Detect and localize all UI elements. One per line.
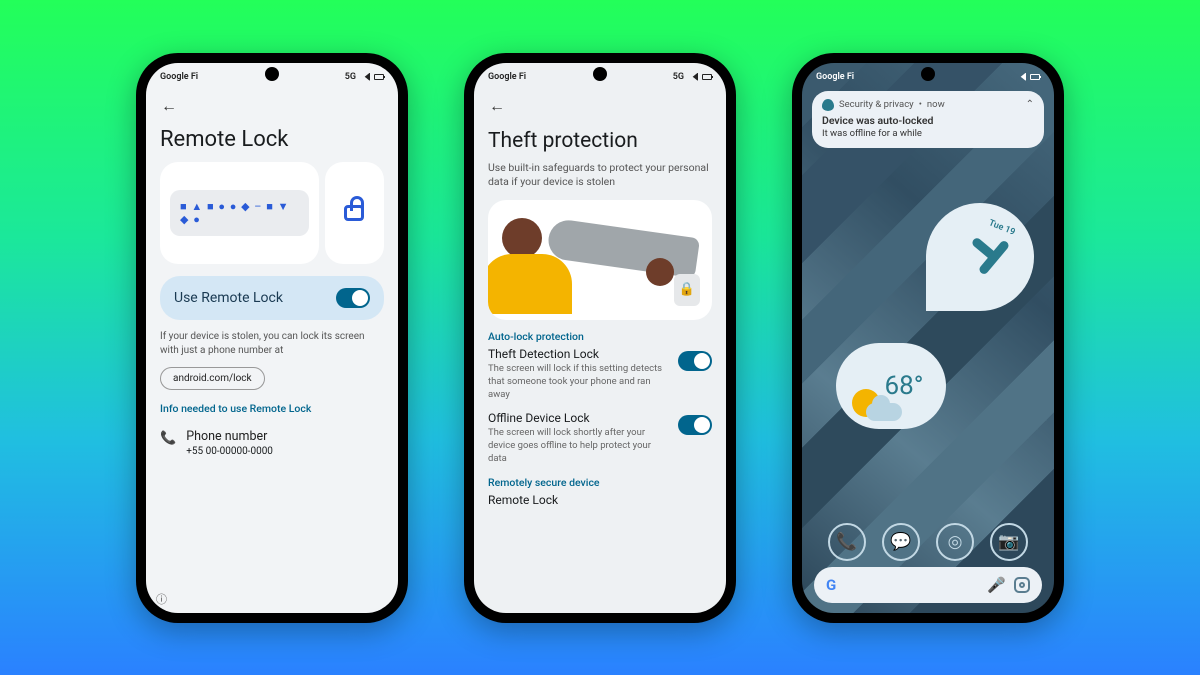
messages-app-icon[interactable]: 💬 [882, 523, 920, 561]
offline-lock-switch[interactable] [678, 415, 712, 435]
phone-number-row[interactable]: 📞 Phone number +55 00-00000-0000 [160, 429, 384, 457]
setting-desc: The screen will lock if this setting det… [488, 363, 670, 401]
use-remote-lock-row[interactable]: Use Remote Lock [160, 276, 384, 320]
notification-card[interactable]: Security & privacy • now ⌃ Device was au… [812, 91, 1044, 148]
network-label: 5G [673, 72, 684, 82]
camera-notch [593, 67, 607, 81]
lock-url-chip[interactable]: android.com/lock [160, 367, 265, 390]
shield-icon [822, 99, 834, 111]
setting-title: Theft Detection Lock [488, 347, 670, 361]
phone-number-value: +55 00-00000-0000 [186, 446, 273, 457]
device-icon: 🔒 [674, 274, 700, 306]
notification-time: now [927, 99, 945, 110]
page-title: Theft protection [488, 129, 712, 153]
camera-notch [265, 67, 279, 81]
weather-widget[interactable]: 68° [836, 343, 946, 429]
cloud-icon [866, 403, 902, 421]
page-subtitle: Use built-in safeguards to protect your … [488, 161, 712, 190]
clock-widget[interactable]: Tue 19 [926, 203, 1034, 311]
carrier-label: Google Fi [816, 72, 854, 82]
lens-icon[interactable] [1014, 577, 1030, 593]
notification-body: It was offline for a while [822, 128, 1034, 139]
setting-title: Offline Device Lock [488, 411, 670, 425]
camera-notch [921, 67, 935, 81]
battery-icon [1030, 74, 1040, 80]
search-bar[interactable]: G 🎤 [814, 567, 1042, 603]
phone-icon: 📞 [160, 431, 176, 446]
phone-remote-lock: Google Fi 5G ← Remote Lock ■ ▲ ■ ● ● ◆ –… [136, 53, 408, 623]
section-remote: Remotely secure device [488, 476, 712, 489]
phone-number-label: Phone number [186, 429, 273, 444]
toggle-label: Use Remote Lock [174, 290, 283, 306]
signal-icon [360, 73, 370, 81]
lock-icon [344, 205, 364, 221]
network-label: 5G [345, 72, 356, 82]
info-icon[interactable]: ⓘ [156, 591, 167, 607]
signal-icon [1016, 73, 1026, 81]
help-text: If your device is stolen, you can lock i… [160, 330, 384, 358]
mic-icon[interactable]: 🎤 [987, 576, 1006, 594]
camera-app-icon[interactable]: 📷 [990, 523, 1028, 561]
carrier-label: Google Fi [160, 72, 198, 82]
phone-theft-protection: Google Fi 5G ← Theft protection Use buil… [464, 53, 736, 623]
carrier-label: Google Fi [488, 72, 526, 82]
notification-title: Device was auto-locked [822, 114, 1034, 127]
theft-detection-switch[interactable] [678, 351, 712, 371]
remote-lock-title[interactable]: Remote Lock [488, 493, 712, 507]
battery-icon [374, 74, 384, 80]
theft-illustration: 🔒 [488, 200, 712, 320]
temperature: 68° [885, 371, 924, 401]
info-needed-link[interactable]: Info needed to use Remote Lock [160, 402, 384, 415]
phone-lockscreen: Google Fi Security & privacy • now ⌃ Dev… [792, 53, 1064, 623]
signal-icon [688, 73, 698, 81]
back-button[interactable]: ← [484, 93, 510, 119]
page-title: Remote Lock [160, 127, 384, 152]
passcode-glyphs: ■ ▲ ■ ● ● ◆ – ■ ▼ ◆ ● [170, 190, 309, 236]
battery-icon [702, 74, 712, 80]
passcode-card: ■ ▲ ■ ● ● ◆ – ■ ▼ ◆ ● [160, 162, 319, 264]
theft-detection-row[interactable]: Theft Detection Lock The screen will loc… [488, 347, 712, 401]
chevron-up-icon[interactable]: ⌃ [1026, 99, 1034, 110]
setting-desc: The screen will lock shortly after your … [488, 427, 670, 465]
remote-lock-switch[interactable] [336, 288, 370, 308]
chrome-app-icon[interactable]: ◎ [936, 523, 974, 561]
app-dock: 📞 💬 ◎ 📷 [802, 523, 1054, 561]
google-g-icon: G [826, 576, 836, 594]
phone-app-icon[interactable]: 📞 [828, 523, 866, 561]
section-autolock: Auto-lock protection [488, 330, 712, 343]
clock-date: Tue 19 [988, 218, 1017, 238]
notification-app: Security & privacy [839, 99, 914, 110]
lock-card [325, 162, 384, 264]
offline-lock-row[interactable]: Offline Device Lock The screen will lock… [488, 411, 712, 465]
back-button[interactable]: ← [156, 93, 182, 119]
